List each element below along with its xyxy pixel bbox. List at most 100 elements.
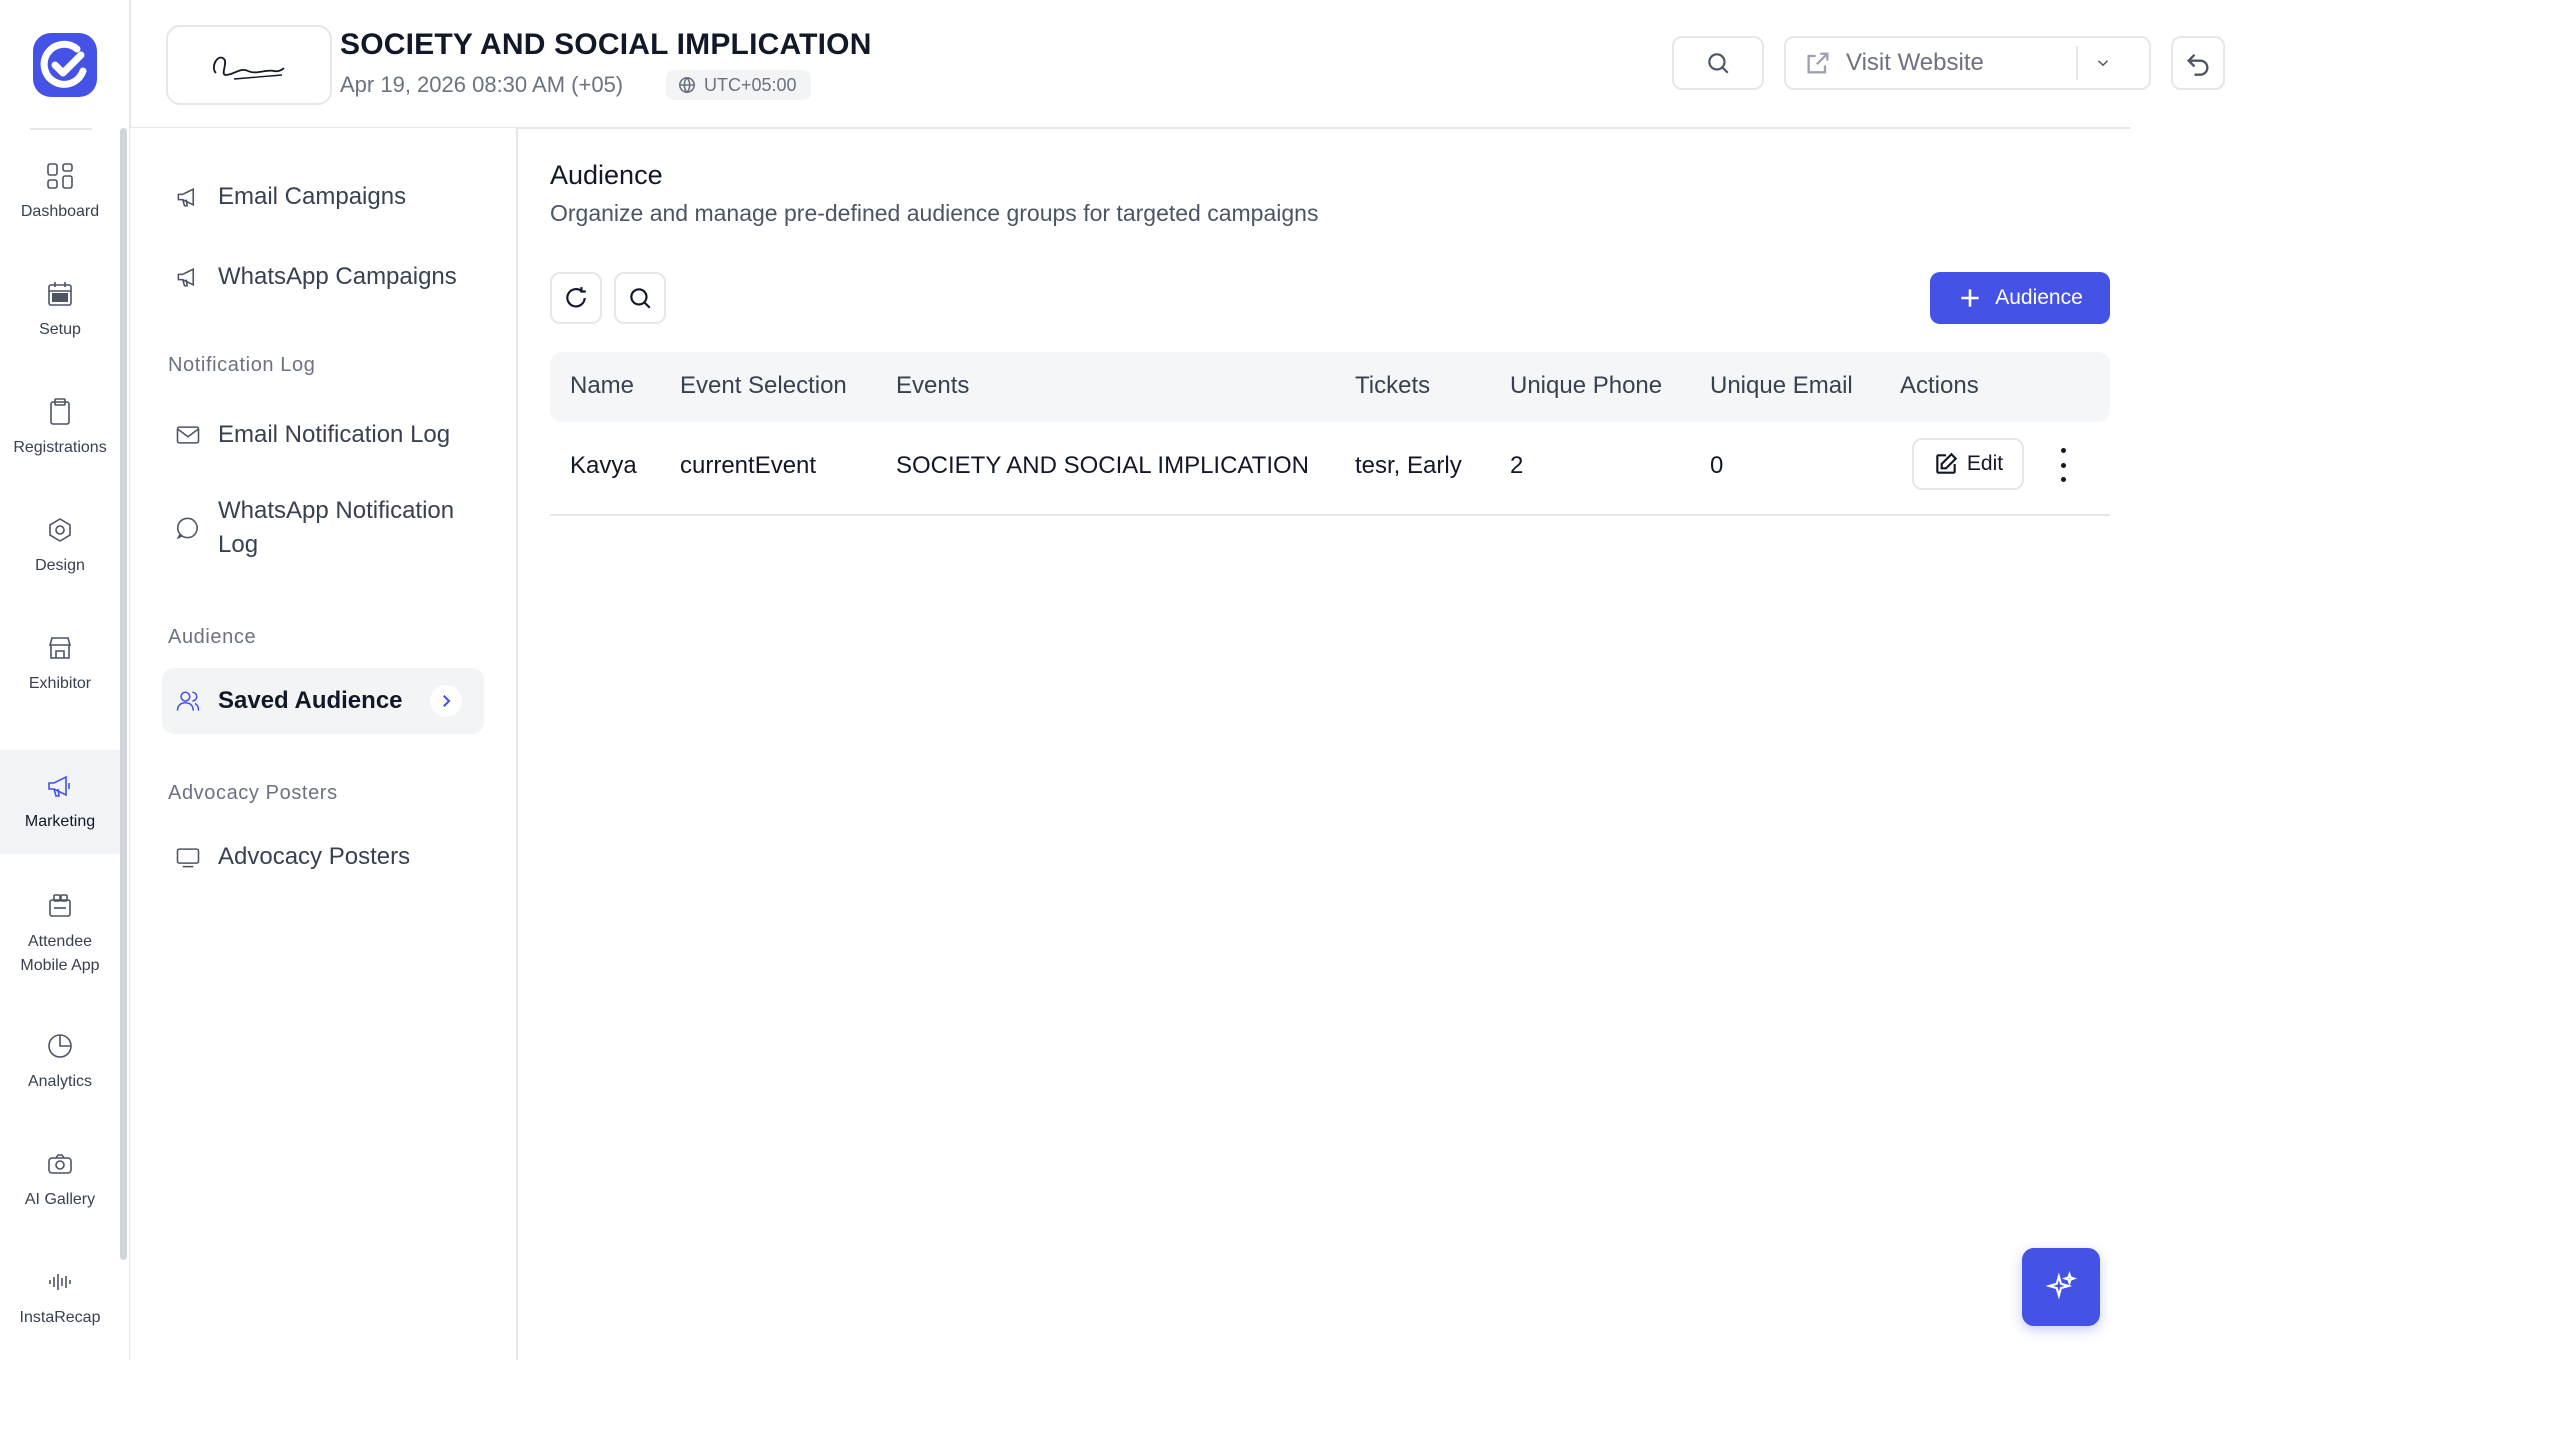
cell-event-selection: currentEvent	[680, 452, 817, 479]
rail-divider	[30, 128, 92, 130]
visit-website-main[interactable]: Visit Website	[1786, 38, 2076, 88]
subnav-label: WhatsApp Campaigns	[218, 263, 457, 290]
page-header: SOCIETY AND SOCIAL IMPLICATION Apr 19, 2…	[130, 0, 2225, 129]
audience-table: Name Event Selection Events Tickets Uniq…	[550, 352, 2110, 516]
rail-item-design[interactable]: Design	[0, 494, 120, 598]
rail-item-label: InstaRecap	[19, 1309, 101, 1326]
rail-item-label: Registrations	[13, 439, 107, 456]
hexagon-icon	[49, 518, 71, 542]
rail-item-label: Design	[35, 557, 85, 574]
globe-icon	[678, 76, 696, 94]
cell-unique-phone: 2	[1510, 452, 1524, 479]
subnav-label: Saved Audience	[218, 687, 403, 714]
visit-website-label: Visit Website	[1846, 49, 1984, 76]
subnav-label: Email Notification Log	[218, 421, 451, 448]
rail-item-exhibitor[interactable]: Exhibitor	[0, 612, 120, 716]
rail-scrollbar[interactable]	[120, 128, 127, 1260]
timezone-label: UTC+05:00	[704, 74, 797, 95]
marketing-subnav: Email Campaigns WhatsApp Campaigns Notif…	[130, 128, 518, 1360]
timezone-badge: UTC+05:00	[666, 70, 811, 100]
clipboard-icon	[50, 398, 70, 425]
table-row[interactable]: Kavya currentEvent SOCIETY AND SOCIAL IM…	[550, 422, 2110, 516]
camera-icon	[48, 1154, 72, 1174]
cell-name: Kavya	[570, 452, 637, 479]
rail-item-dashboard[interactable]: Dashboard	[0, 140, 120, 244]
audio-icon	[49, 1274, 71, 1290]
table-search-button[interactable]	[614, 272, 666, 324]
rail-item-label: Exhibitor	[28, 675, 92, 692]
event-logo[interactable]	[166, 25, 332, 105]
external-link-icon	[1807, 52, 1829, 74]
section-audience: Audience	[168, 626, 257, 648]
mail-icon	[176, 426, 200, 444]
column-header-event-selection[interactable]: Event Selection	[680, 372, 847, 400]
grid-icon	[47, 163, 73, 189]
search-icon	[1708, 53, 1729, 74]
edit-label: Edit	[1966, 452, 2004, 475]
visit-website-dropdown[interactable]	[2076, 46, 2128, 80]
section-advocacy-posters: Advocacy Posters	[168, 782, 338, 804]
rail-item-analytics[interactable]: Analytics	[0, 1010, 120, 1114]
cell-events: SOCIETY AND SOCIAL IMPLICATION	[896, 452, 1309, 479]
subnav-label: WhatsApp Notification Log	[218, 497, 455, 558]
subnav-advocacy-posters[interactable]: Advocacy Posters	[162, 840, 484, 874]
rail-item-ai-gallery[interactable]: AI Gallery	[0, 1128, 120, 1232]
undo-icon	[2187, 54, 2209, 76]
event-title: SOCIETY AND SOCIAL IMPLICATION	[340, 28, 872, 61]
global-search-button[interactable]	[1672, 36, 1764, 90]
add-audience-button[interactable]: Audience	[1930, 272, 2110, 324]
subnav-label: Email Campaigns	[218, 183, 407, 210]
undo-button[interactable]	[2171, 36, 2225, 90]
calendar-icon	[48, 282, 72, 306]
subnav-label: Advocacy Posters	[218, 843, 411, 870]
column-header-name[interactable]: Name	[570, 372, 634, 400]
more-options-icon[interactable]	[2050, 448, 2076, 482]
subnav-email-campaigns[interactable]: Email Campaigns	[162, 180, 484, 214]
subnav-whatsapp-campaigns[interactable]: WhatsApp Campaigns	[162, 260, 484, 294]
megaphone-icon	[177, 187, 195, 207]
chevron-right-icon	[430, 685, 462, 717]
cell-unique-email: 0	[1710, 452, 1724, 479]
subnav-saved-audience[interactable]: Saved Audience	[162, 668, 484, 734]
edit-icon	[1936, 452, 1958, 474]
column-header-events[interactable]: Events	[896, 372, 969, 400]
megaphone-icon	[48, 775, 70, 797]
column-header-unique-phone[interactable]: Unique Phone	[1510, 372, 1662, 400]
pie-icon	[48, 1034, 72, 1058]
app-logo[interactable]	[33, 33, 97, 97]
users-icon	[176, 691, 200, 711]
rail-item-marketing[interactable]: Marketing	[0, 750, 120, 854]
signature-logo	[212, 56, 285, 80]
refresh-icon	[566, 287, 586, 308]
chat-bubble-icon	[176, 517, 198, 540]
rail-item-setup[interactable]: Setup	[0, 258, 120, 362]
subnav-email-notification-log[interactable]: Email Notification Log	[162, 418, 484, 452]
plus-icon	[1961, 289, 1979, 307]
main-content: Audience Organize and manage pre-defined…	[518, 128, 2130, 1360]
edit-button[interactable]: Edit	[1912, 438, 2024, 490]
rail-item-label: Setup	[39, 321, 81, 338]
visit-website-button[interactable]: Visit Website	[1784, 36, 2151, 90]
megaphone-icon	[177, 267, 195, 287]
rail-item-attendee-mobile-app[interactable]: Attendee Mobile App	[0, 870, 120, 998]
monitor-icon	[176, 848, 200, 868]
rail-item-label: AI Gallery	[24, 1191, 96, 1208]
subnav-whatsapp-notification-log[interactable]: WhatsApp Notification Log	[162, 494, 484, 562]
page-title: Audience	[550, 160, 663, 190]
rail-item-label: Analytics	[27, 1073, 93, 1090]
rail-item-label: Dashboard	[20, 203, 100, 220]
rail-item-instarecap[interactable]: InstaRecap	[0, 1246, 120, 1350]
store-icon	[48, 637, 72, 659]
column-header-tickets[interactable]: Tickets	[1355, 372, 1430, 400]
refresh-button[interactable]	[550, 272, 602, 324]
rail-item-label: Marketing	[24, 813, 96, 830]
cell-tickets: tesr, Early	[1355, 452, 1462, 479]
app-icon	[49, 894, 71, 917]
sparkle-icon	[2045, 1270, 2078, 1300]
ai-assistant-button[interactable]	[2022, 1248, 2100, 1326]
rail-item-registrations[interactable]: Registrations	[0, 376, 120, 480]
section-notification-log: Notification Log	[168, 354, 316, 376]
rail-item-label: Attendee Mobile App	[20, 933, 100, 974]
page-subtitle: Organize and manage pre-defined audience…	[550, 200, 1319, 226]
column-header-unique-email[interactable]: Unique Email	[1710, 372, 1853, 400]
